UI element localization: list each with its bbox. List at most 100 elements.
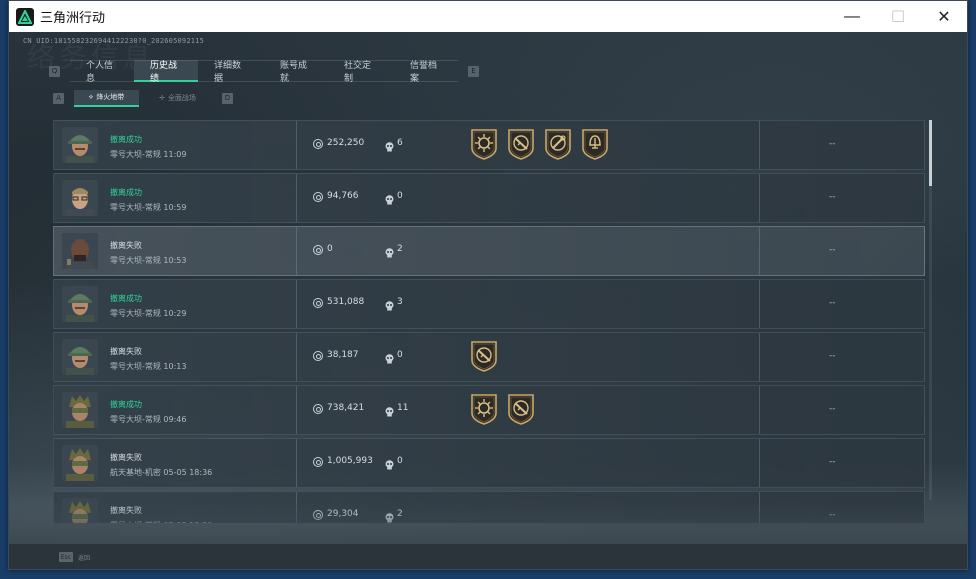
maximize-button[interactable]: ☐	[875, 1, 921, 32]
medal-badges	[470, 128, 609, 162]
map-and-time: 零号大坝-常规 10:29	[110, 309, 187, 318]
match-history-list: 撤离成功 零号大坝-常规 11:09 252,250 6 -- 撤离成功 零号大坝-常规 1…	[53, 120, 933, 523]
money-value: 252,250	[327, 138, 365, 148]
extraction-status: 撤离成功	[110, 294, 142, 303]
kill-count: 2	[397, 244, 403, 254]
map-and-time: 零号大坝-常规 11:09	[110, 150, 187, 159]
coin-icon	[313, 404, 323, 414]
rifle-medal-icon[interactable]	[470, 340, 498, 372]
rifle-medal-icon[interactable]	[507, 128, 535, 160]
match-record-row[interactable]: 撤离失败 航天基地-机密 05-05 18:36 1,005,993 0 --	[53, 438, 925, 488]
map-and-time: 航天基地-机密 05-05 18:36	[110, 468, 213, 477]
row-divider	[296, 333, 297, 381]
back-label[interactable]: 返回	[78, 553, 90, 562]
medal-badges	[470, 340, 498, 374]
extraction-status: 撤离成功	[110, 188, 142, 197]
rating-value: --	[829, 245, 836, 255]
money-value: 94,766	[327, 191, 359, 201]
subtab-operations[interactable]: ⟡ 烽火地带	[74, 89, 139, 107]
title-bar: 三角洲行动 — ☐ ✕	[9, 1, 967, 32]
close-button[interactable]: ✕	[921, 1, 967, 32]
skull-icon	[385, 404, 394, 417]
rating-value: --	[829, 351, 836, 361]
row-divider	[296, 280, 297, 328]
row-divider	[759, 439, 760, 487]
operator-avatar	[62, 392, 98, 428]
crosshair-icon: ✛	[159, 94, 165, 102]
match-record-row[interactable]: 撤离成功 零号大坝-常规 09:46 738,421 11 --	[53, 385, 925, 435]
helmet-medal-icon[interactable]	[581, 128, 609, 160]
match-record-row[interactable]: 撤离成功 零号大坝-常规 11:09 252,250 6 --	[53, 120, 925, 170]
rating-value: --	[829, 457, 836, 467]
subtab-prev-key-hint[interactable]: A	[53, 92, 64, 104]
operator-avatar	[62, 233, 98, 269]
match-record-row[interactable]: 撤离成功 零号大坝-常规 10:59 94,766 0 --	[53, 173, 925, 223]
money-value: 738,421	[327, 403, 365, 413]
row-divider	[759, 227, 760, 275]
tab-prev-key-hint[interactable]: Q	[49, 65, 60, 77]
app-window: 三角洲行动 — ☐ ✕ 络务信息 CN UID:1815582326944122…	[8, 0, 968, 570]
main-tabs: Q 个人信息 历史战绩 详细数据 账号成就 社交定制 信誉档案 E	[49, 60, 479, 84]
row-divider	[759, 280, 760, 328]
extraction-status: 撤离失败	[110, 241, 142, 250]
skull-icon	[385, 457, 394, 470]
money-value: 38,187	[327, 350, 359, 360]
tab-personal-info[interactable]: 个人信息	[70, 60, 134, 84]
coin-icon	[313, 192, 323, 202]
map-and-time: 零号大坝-常规 10:53	[110, 256, 187, 265]
subtab-warfare[interactable]: ✛ 全面战场	[145, 90, 210, 107]
kill-count: 11	[397, 403, 409, 413]
skull-icon	[385, 351, 394, 364]
list-scrollbar[interactable]	[929, 120, 932, 500]
sun-medal-icon[interactable]	[470, 393, 498, 425]
row-divider	[759, 174, 760, 222]
wrench-medal-icon[interactable]	[544, 128, 572, 160]
coin-icon	[313, 245, 323, 255]
subtab-next-key-hint[interactable]: D	[222, 92, 233, 104]
minimize-button[interactable]: —	[829, 1, 875, 32]
skull-icon	[385, 192, 394, 205]
medal-badges	[470, 393, 535, 427]
coin-icon	[313, 457, 323, 467]
coin-icon	[313, 298, 323, 308]
extraction-status: 撤离失败	[110, 453, 142, 462]
match-record-row[interactable]: 撤离失败 零号大坝-常规 10:53 0 2 --	[53, 226, 925, 276]
money-value: 531,088	[327, 297, 365, 307]
rating-value: --	[829, 139, 836, 149]
operator-avatar	[62, 445, 98, 481]
row-divider	[296, 386, 297, 434]
subtab-operations-label: 烽火地带	[96, 93, 125, 101]
rating-value: --	[829, 404, 836, 414]
tab-social-custom[interactable]: 社交定制	[328, 60, 394, 84]
operator-avatar	[62, 180, 98, 216]
beacon-icon: ⟡	[88, 92, 94, 101]
tab-match-history[interactable]: 历史战绩	[134, 60, 198, 84]
match-record-row[interactable]: 撤离成功 零号大坝-常规 10:29 531,088 3 --	[53, 279, 925, 329]
tab-achievements[interactable]: 账号成就	[264, 60, 328, 84]
row-divider	[296, 439, 297, 487]
extraction-status: 撤离失败	[110, 347, 142, 356]
extraction-status: 撤离成功	[110, 400, 142, 409]
skull-icon	[385, 245, 394, 258]
window-title: 三角洲行动	[40, 11, 106, 26]
extraction-status: 撤离成功	[110, 135, 142, 144]
map-and-time: 零号大坝-常规 10:13	[110, 362, 187, 371]
coin-icon	[313, 351, 323, 361]
money-value: 1,005,993	[327, 456, 373, 466]
footer-bar: Esc 返回	[9, 544, 967, 569]
row-divider	[296, 227, 297, 275]
operator-avatar	[62, 127, 98, 163]
rating-value: --	[829, 298, 836, 308]
subtab-warfare-label: 全面战场	[167, 94, 196, 102]
match-record-row[interactable]: 撤离失败 零号大坝-常规 10:13 38,187 0 --	[53, 332, 925, 382]
rifle-medal-icon[interactable]	[507, 393, 535, 425]
scrollbar-thumb[interactable]	[929, 120, 932, 186]
tab-credit-record[interactable]: 信誉档案	[394, 60, 458, 84]
kill-count: 0	[397, 191, 403, 201]
window-controls: — ☐ ✕	[829, 1, 967, 32]
esc-key-hint[interactable]: Esc	[59, 552, 73, 562]
tab-next-key-hint[interactable]: E	[468, 65, 479, 77]
row-divider	[759, 386, 760, 434]
tab-detailed-data[interactable]: 详细数据	[198, 60, 264, 84]
sun-medal-icon[interactable]	[470, 128, 498, 160]
